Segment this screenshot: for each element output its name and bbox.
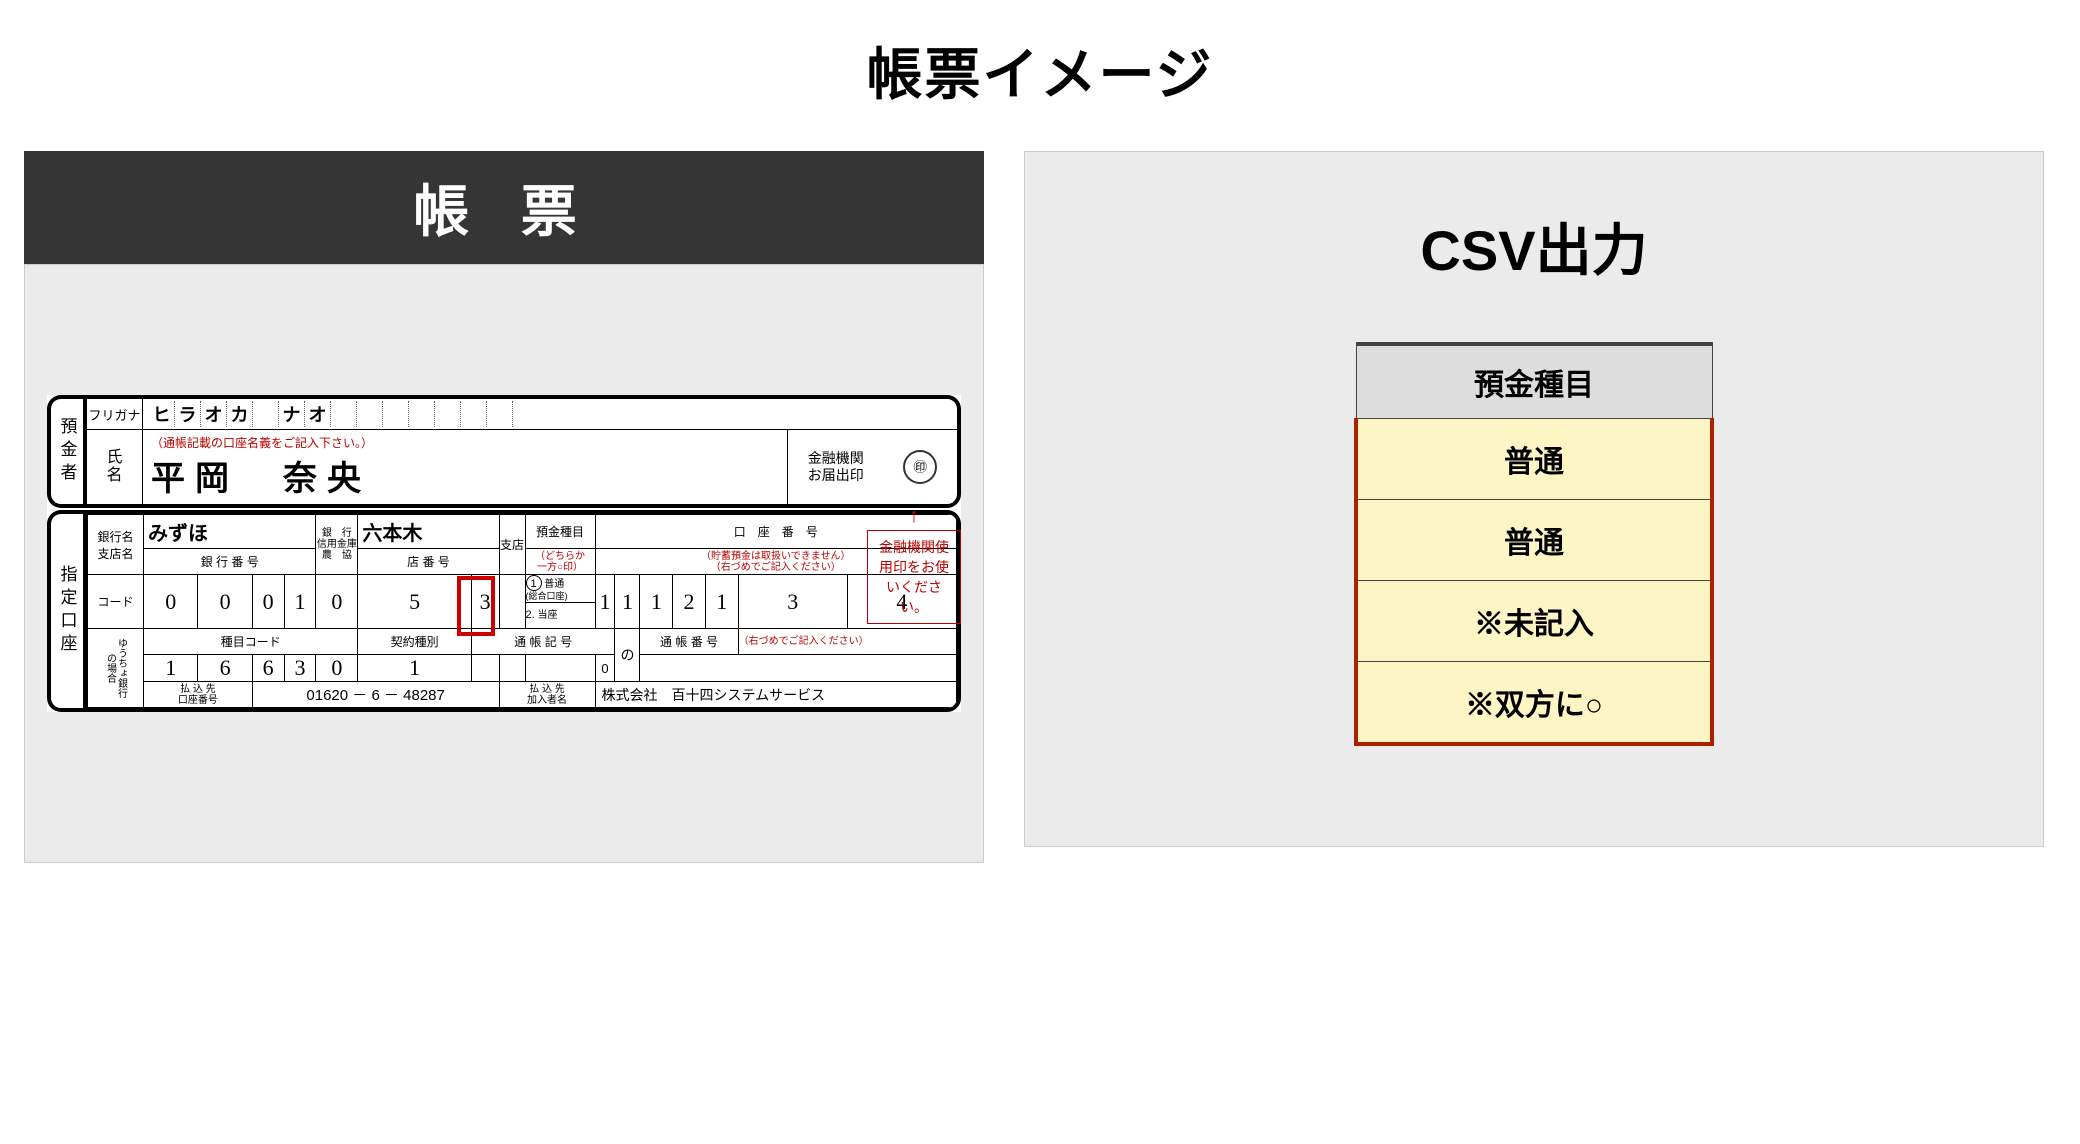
branchno-label: 店 番 号 [358, 549, 499, 575]
seal-area: 金融機関 お届出印 ㊞ [787, 430, 957, 504]
branch-value: 六本木 [358, 515, 499, 549]
csv-row-0: 普通 [1356, 419, 1712, 500]
bankno-label: 銀 行 番 号 [144, 549, 316, 575]
type-1: 1 普通(総合口座) [525, 575, 595, 603]
bankno-0: 0 [144, 575, 198, 629]
shumoku-5: 1 [358, 655, 471, 682]
shumoku-code-label: 種目コード [144, 629, 358, 655]
furigana-label: フリガナ [87, 399, 143, 429]
type-hint: （どちらか 一方○印） [525, 549, 595, 575]
shumoku-1: 6 [198, 655, 252, 682]
right-column: CSV出力 預金種目 普通 普通 ※未記入 ※双方に○ [1024, 151, 2044, 863]
bankno-2: 0 [252, 575, 284, 629]
type-header: 預金種目 [525, 515, 595, 549]
shumoku-0: 1 [144, 655, 198, 682]
seal-instruction-note: 金融機関使用印をお使いください。 [867, 530, 961, 624]
furigana-value: ヒラオカナオ [143, 399, 957, 429]
acctno-3: 2 [673, 575, 706, 629]
bank-body: 銀行名 支店名 みずほ 銀 行 信用金庫 農 協 六本木 支店 預金種目 口 座… [83, 510, 961, 712]
bankname-value: みずほ [144, 515, 316, 549]
right-header: CSV出力 [1025, 172, 2043, 287]
bank-sublabels: 銀 行 信用金庫 農 協 [316, 515, 358, 575]
seal-label-1: 金融機関 [808, 450, 864, 467]
name-label: 氏 名 [87, 430, 143, 504]
tsucho-note: （右づめでご記入ください） [738, 629, 956, 655]
acctno-1: 1 [615, 575, 640, 629]
csv-header: 預金種目 [1356, 344, 1712, 419]
seal-label-2: お届出印 [808, 467, 864, 484]
kigou-1 [499, 655, 525, 682]
kanyu-value: 株式会社 百十四システムサービス [595, 682, 957, 708]
bank-block: 指定口座 銀行名 支店名 みずほ 銀 行 信用金庫 農 協 六本木 支店 預金種… [47, 510, 961, 712]
furikomi-value: 01620 － 6 － 48287 [252, 682, 499, 708]
acctno-0: 1 [595, 575, 615, 629]
left-header: 帳 票 [24, 151, 984, 264]
depositor-block: 預金者 フリガナ ヒラオカナオ 氏 名 [47, 395, 961, 508]
kanyu-label: 払 込 先 加入者名 [499, 682, 595, 708]
acctno-2: 1 [640, 575, 673, 629]
csv-table: 預金種目 普通 普通 ※未記入 ※双方に○ [1354, 342, 1714, 746]
form-card: 預金者 フリガナ ヒラオカナオ 氏 名 [47, 395, 961, 712]
depositor-section-label: 預金者 [47, 395, 83, 508]
acctno-4: 1 [705, 575, 738, 629]
highlight-box-icon [457, 576, 495, 636]
bankno-3: 1 [284, 575, 316, 629]
page-title: 帳票イメージ [0, 30, 2080, 111]
bankno-1: 0 [198, 575, 252, 629]
type-2: 2. 当座 [525, 603, 595, 629]
bankname-label: 銀行名 支店名 [88, 515, 144, 575]
seal-mark-icon: ㊞ [903, 450, 937, 484]
branchno-0: 0 [316, 575, 358, 629]
code-label: コード [88, 575, 144, 629]
branch-suffix: 支店 [499, 515, 525, 575]
shumoku-2: 6 [252, 655, 284, 682]
name-body: （通帳記載の口座名義をご記入下さい。） 平岡 奈央 [143, 430, 787, 504]
name-value: 平岡 奈央 [151, 451, 779, 500]
csv-row-3: ※双方に○ [1356, 662, 1712, 745]
branchno-1: 5 [358, 575, 471, 629]
bank-section-label: 指定口座 [47, 510, 83, 712]
yucho-label: ゆうちょ銀行 の場合 [88, 629, 144, 708]
left-column: 帳 票 預金者 フリガナ ヒラオカナオ [24, 151, 984, 863]
keiyaku-label: 契約種別 [358, 629, 471, 655]
no-char: の [615, 629, 640, 682]
name-note: （通帳記載の口座名義をご記入下さい。） [151, 434, 779, 451]
kigou-0 [471, 655, 499, 682]
depositor-body: フリガナ ヒラオカナオ 氏 名 （通帳記載の口座名義をご記入下さい。） [83, 395, 961, 508]
furikomi-label: 払 込 先 口座番号 [144, 682, 253, 708]
csv-row-2: ※未記入 [1356, 581, 1712, 662]
shumoku-4: 0 [316, 655, 358, 682]
tsucho-bango-label: 通 帳 番 号 [640, 629, 738, 655]
shumoku-3: 3 [284, 655, 316, 682]
tsucho-bango-empty [640, 655, 957, 682]
left-panel: 預金者 フリガナ ヒラオカナオ 氏 名 [24, 264, 984, 863]
csv-row-1: 普通 [1356, 500, 1712, 581]
kigou-2 [525, 655, 595, 682]
acctno-5: 3 [738, 575, 847, 629]
kigou-4: 0 [595, 655, 615, 682]
right-panel: CSV出力 預金種目 普通 普通 ※未記入 ※双方に○ [1024, 151, 2044, 847]
